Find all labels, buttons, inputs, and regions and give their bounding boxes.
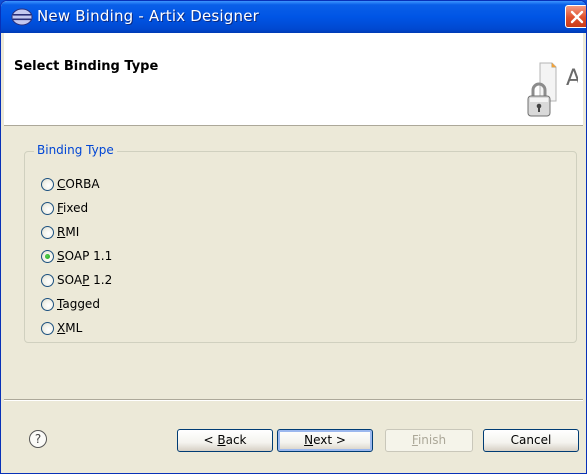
binding-type-legend: Binding Type	[34, 143, 117, 157]
radio-rmi[interactable]: RMI	[41, 223, 79, 241]
button-bar-separator	[4, 399, 583, 401]
radio-button[interactable]	[41, 225, 54, 239]
svg-text:A: A	[566, 66, 578, 91]
radio-label-fixed: Fixed	[57, 201, 89, 215]
radio-label-soap-1-1: SOAP 1.1	[57, 249, 113, 263]
back-button[interactable]: < Back	[177, 429, 273, 452]
page-title: Select Binding Type	[14, 59, 159, 74]
radio-soap-1-1[interactable]: SOAP 1.1	[41, 247, 112, 265]
finish-button[interactable]: Finish	[385, 429, 473, 452]
close-button[interactable]	[565, 5, 586, 28]
close-icon	[570, 10, 584, 24]
radio-button[interactable]	[41, 177, 54, 191]
radio-button[interactable]	[41, 297, 54, 311]
next-button[interactable]: Next >	[277, 429, 373, 452]
cancel-button[interactable]: Cancel	[483, 429, 579, 452]
radio-button-selected[interactable]	[41, 249, 54, 263]
title-bar[interactable]: New Binding - Artix Designer	[1, 1, 586, 33]
radio-label-soap-1-2: SOAP 1.2	[57, 273, 113, 287]
eclipse-icon	[11, 8, 33, 26]
radio-label-rmi: RMI	[57, 225, 80, 239]
radio-label-corba: CORBA	[57, 177, 100, 191]
wizard-header: Select Binding Type A	[4, 33, 583, 126]
window-title: New Binding - Artix Designer	[37, 7, 260, 25]
radio-fixed[interactable]: Fixed	[41, 199, 88, 217]
radio-corba[interactable]: CORBA	[41, 175, 100, 193]
radio-button[interactable]	[41, 201, 54, 215]
radio-button[interactable]	[41, 321, 54, 335]
lock-binding-icon: A	[527, 62, 578, 117]
radio-label-tagged: Tagged	[57, 297, 100, 311]
radio-xml[interactable]: XML	[41, 319, 82, 337]
help-button[interactable]: ?	[29, 430, 47, 448]
radio-tagged[interactable]: Tagged	[41, 295, 100, 313]
radio-label-xml: XML	[57, 321, 83, 335]
dialog-window: New Binding - Artix Designer Select Bind…	[0, 0, 587, 474]
radio-button[interactable]	[41, 273, 54, 287]
radio-soap-1-2[interactable]: SOAP 1.2	[41, 271, 112, 289]
